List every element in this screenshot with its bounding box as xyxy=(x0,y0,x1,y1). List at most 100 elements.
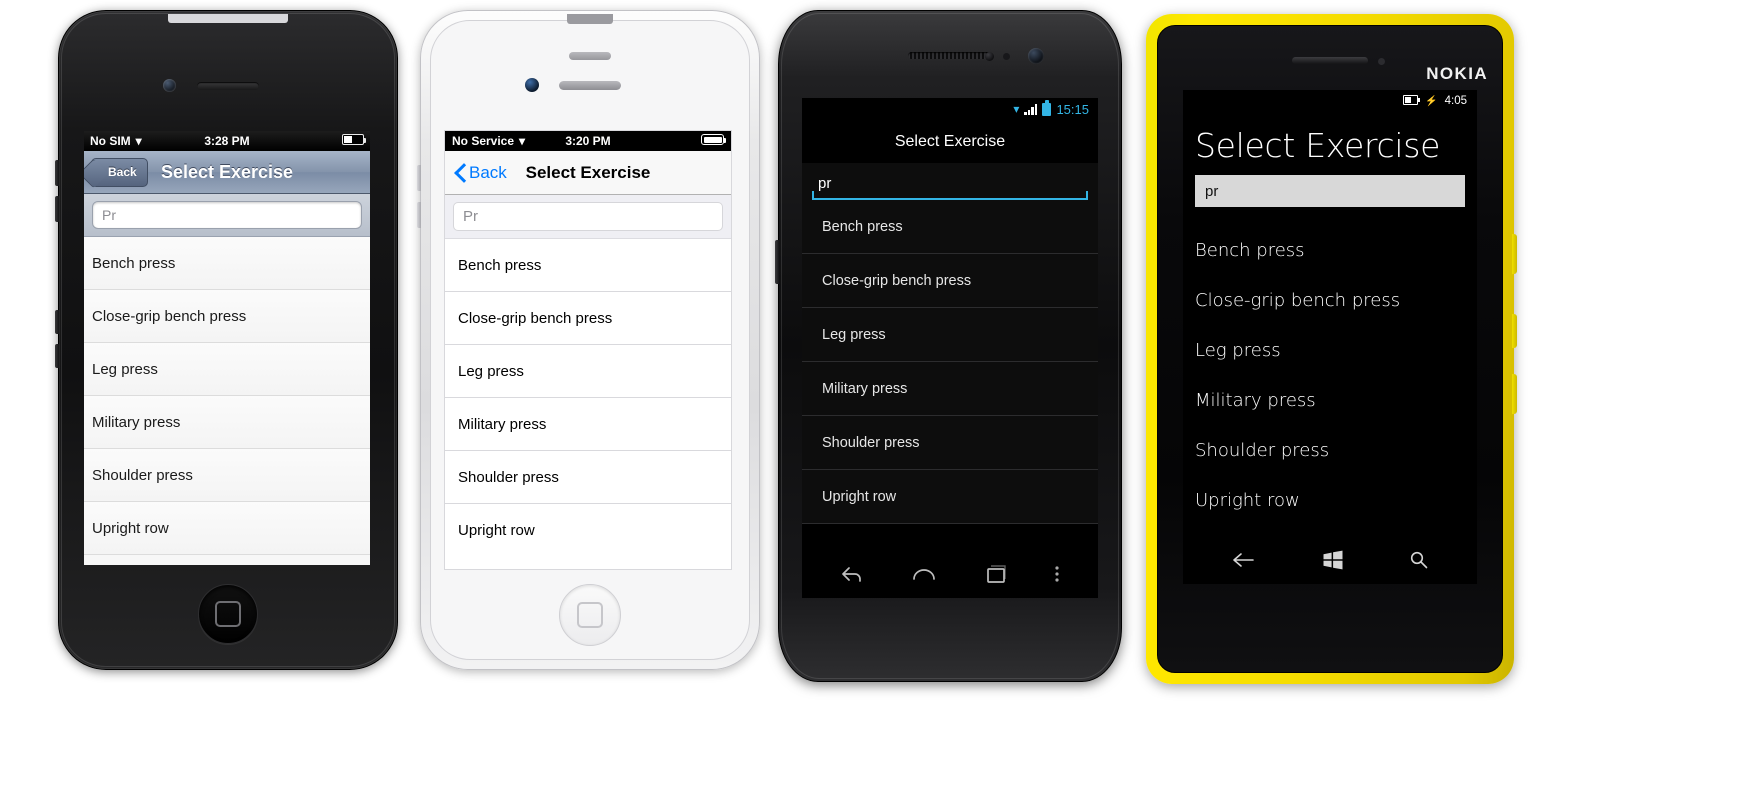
search-input[interactable]: Pr xyxy=(92,201,362,229)
system-navigation-bar xyxy=(1183,540,1477,584)
side-button-extra[interactable] xyxy=(55,344,59,368)
volume-down-button[interactable] xyxy=(55,196,59,222)
list-item[interactable]: Upright row xyxy=(802,470,1098,524)
search-input[interactable]: pr xyxy=(1195,175,1465,207)
list-item-label: Shoulder press xyxy=(458,468,559,486)
list-item-label: Bench press xyxy=(822,218,903,235)
search-container: pr xyxy=(802,163,1098,200)
list-item[interactable]: Military press xyxy=(802,362,1098,416)
list-item[interactable]: Military press xyxy=(1183,375,1477,425)
screen-windowsphone: ⚡ 4:05 Select Exercise pr Bench press Cl… xyxy=(1183,90,1477,584)
battery-icon xyxy=(342,134,366,148)
list-item[interactable]: Shoulder press xyxy=(84,449,370,502)
battery-charging-icon xyxy=(1403,94,1421,108)
list-item[interactable]: Military press xyxy=(445,398,731,451)
wifi-icon: ▾ xyxy=(1013,102,1020,116)
device-android-galaxy-nexus: ▾ 15:15 Select Exercise pr Bench press C… xyxy=(775,10,1122,682)
list-item[interactable]: Shoulder press xyxy=(445,451,731,504)
back-arrow-icon[interactable] xyxy=(1231,551,1257,574)
back-arrow-icon[interactable] xyxy=(839,564,865,589)
list-item[interactable]: Shoulder press xyxy=(1183,425,1477,475)
power-button[interactable] xyxy=(1512,314,1517,348)
device-black-iphone-ios6: No SIM ▾ 3:28 PM Back Select Exercise Pr… xyxy=(55,10,398,670)
search-input-value: pr xyxy=(1205,182,1219,200)
back-button[interactable]: Back xyxy=(455,163,507,183)
status-time: 3:20 PM xyxy=(565,134,611,148)
list-item-label: Upright row xyxy=(92,519,169,537)
status-time: 3:28 PM xyxy=(204,134,250,148)
camera-button[interactable] xyxy=(1512,374,1517,414)
back-button-label: Back xyxy=(108,165,137,179)
list-item-label: Shoulder press xyxy=(92,466,193,484)
list-item-label: Close-grip bench press xyxy=(458,309,613,327)
list-item[interactable]: Leg press xyxy=(445,345,731,398)
list-item[interactable]: Bench press xyxy=(802,200,1098,254)
list-item[interactable]: Close-grip bench press xyxy=(84,290,370,343)
list-item[interactable]: Leg press xyxy=(1183,325,1477,375)
list-item-label: Military press xyxy=(822,380,908,397)
list-item[interactable]: Close-grip bench press xyxy=(1183,275,1477,325)
list-item[interactable]: Close-grip bench press xyxy=(445,292,731,345)
status-time: 4:05 xyxy=(1444,95,1467,107)
list-item[interactable]: Leg press xyxy=(802,308,1098,362)
page-title: Select Exercise xyxy=(160,161,294,182)
windows-start-icon[interactable] xyxy=(1322,550,1344,575)
exercise-list: Bench press Close-grip bench press Leg p… xyxy=(1183,207,1477,525)
recent-apps-icon[interactable] xyxy=(984,563,1008,590)
list-item-label: Military press xyxy=(1195,389,1316,411)
brand-logo: NOKIA xyxy=(1426,64,1488,83)
search-container: Pr xyxy=(84,194,370,237)
status-bar: No SIM ▾ 3:28 PM xyxy=(84,131,370,151)
list-item-label: Upright row xyxy=(822,488,897,505)
home-icon[interactable] xyxy=(910,564,938,589)
list-item[interactable]: Close-grip bench press xyxy=(802,254,1098,308)
overflow-menu-icon[interactable] xyxy=(1053,563,1061,590)
top-vent xyxy=(569,52,611,60)
list-item[interactable]: Bench press xyxy=(445,239,731,292)
device-white-iphone-ios7: No Service ▾ 3:20 PM Back Select Exercis… xyxy=(417,10,760,670)
search-icon[interactable] xyxy=(1409,550,1429,575)
volume-down-button[interactable] xyxy=(417,202,421,228)
proximity-sensor-icon xyxy=(985,52,994,61)
list-item-label: Leg press xyxy=(92,360,158,378)
status-bar: ⚡ 4:05 xyxy=(1183,90,1477,112)
home-button[interactable] xyxy=(559,584,621,646)
list-item-label: Bench press xyxy=(458,256,542,274)
home-button[interactable] xyxy=(198,584,258,644)
list-item[interactable]: Upright row xyxy=(84,502,370,555)
exercise-list: Bench press Close-grip bench press Leg p… xyxy=(802,200,1098,524)
exercise-list: Bench press Close-grip bench press Leg p… xyxy=(445,239,731,557)
screen-ios6: No SIM ▾ 3:28 PM Back Select Exercise Pr… xyxy=(84,131,370,565)
earpiece-speaker xyxy=(197,82,259,90)
charging-bolt-icon: ⚡ xyxy=(1425,95,1438,107)
list-item[interactable]: Bench press xyxy=(84,237,370,290)
proximity-sensor-icon xyxy=(1378,58,1385,65)
list-item[interactable]: Bench press xyxy=(1183,225,1477,275)
list-item[interactable]: Shoulder press xyxy=(802,416,1098,470)
search-input-value: Pr xyxy=(102,207,116,223)
list-item[interactable]: Leg press xyxy=(84,343,370,396)
status-bar: ▾ 15:15 xyxy=(802,98,1098,120)
system-navigation-bar xyxy=(802,554,1098,598)
screen-ios7: No Service ▾ 3:20 PM Back Select Exercis… xyxy=(444,130,732,570)
volume-rocker-button[interactable] xyxy=(1512,234,1517,274)
earpiece-speaker xyxy=(559,81,621,90)
list-item[interactable]: Upright row xyxy=(445,504,731,557)
page-title: Select Exercise xyxy=(894,132,1006,150)
device-comparison-stage: No SIM ▾ 3:28 PM Back Select Exercise Pr… xyxy=(0,0,1760,800)
battery-icon xyxy=(1042,100,1052,116)
volume-rocker-button[interactable] xyxy=(775,240,779,284)
volume-up-button[interactable] xyxy=(55,160,59,186)
volume-up-button[interactable] xyxy=(417,165,421,191)
search-input[interactable]: Pr xyxy=(453,202,723,231)
list-item-label: Close-grip bench press xyxy=(1195,289,1401,311)
front-camera-icon xyxy=(163,79,176,92)
search-input[interactable]: pr xyxy=(812,169,1088,200)
status-bar: No Service ▾ 3:20 PM xyxy=(445,131,731,151)
list-item[interactable]: Military press xyxy=(84,396,370,449)
earpiece-speaker xyxy=(1292,57,1368,64)
list-item[interactable]: Upright row xyxy=(1183,475,1477,525)
list-item-label: Leg press xyxy=(822,326,886,343)
silent-switch[interactable] xyxy=(55,310,59,334)
back-button[interactable]: Back xyxy=(91,157,148,187)
